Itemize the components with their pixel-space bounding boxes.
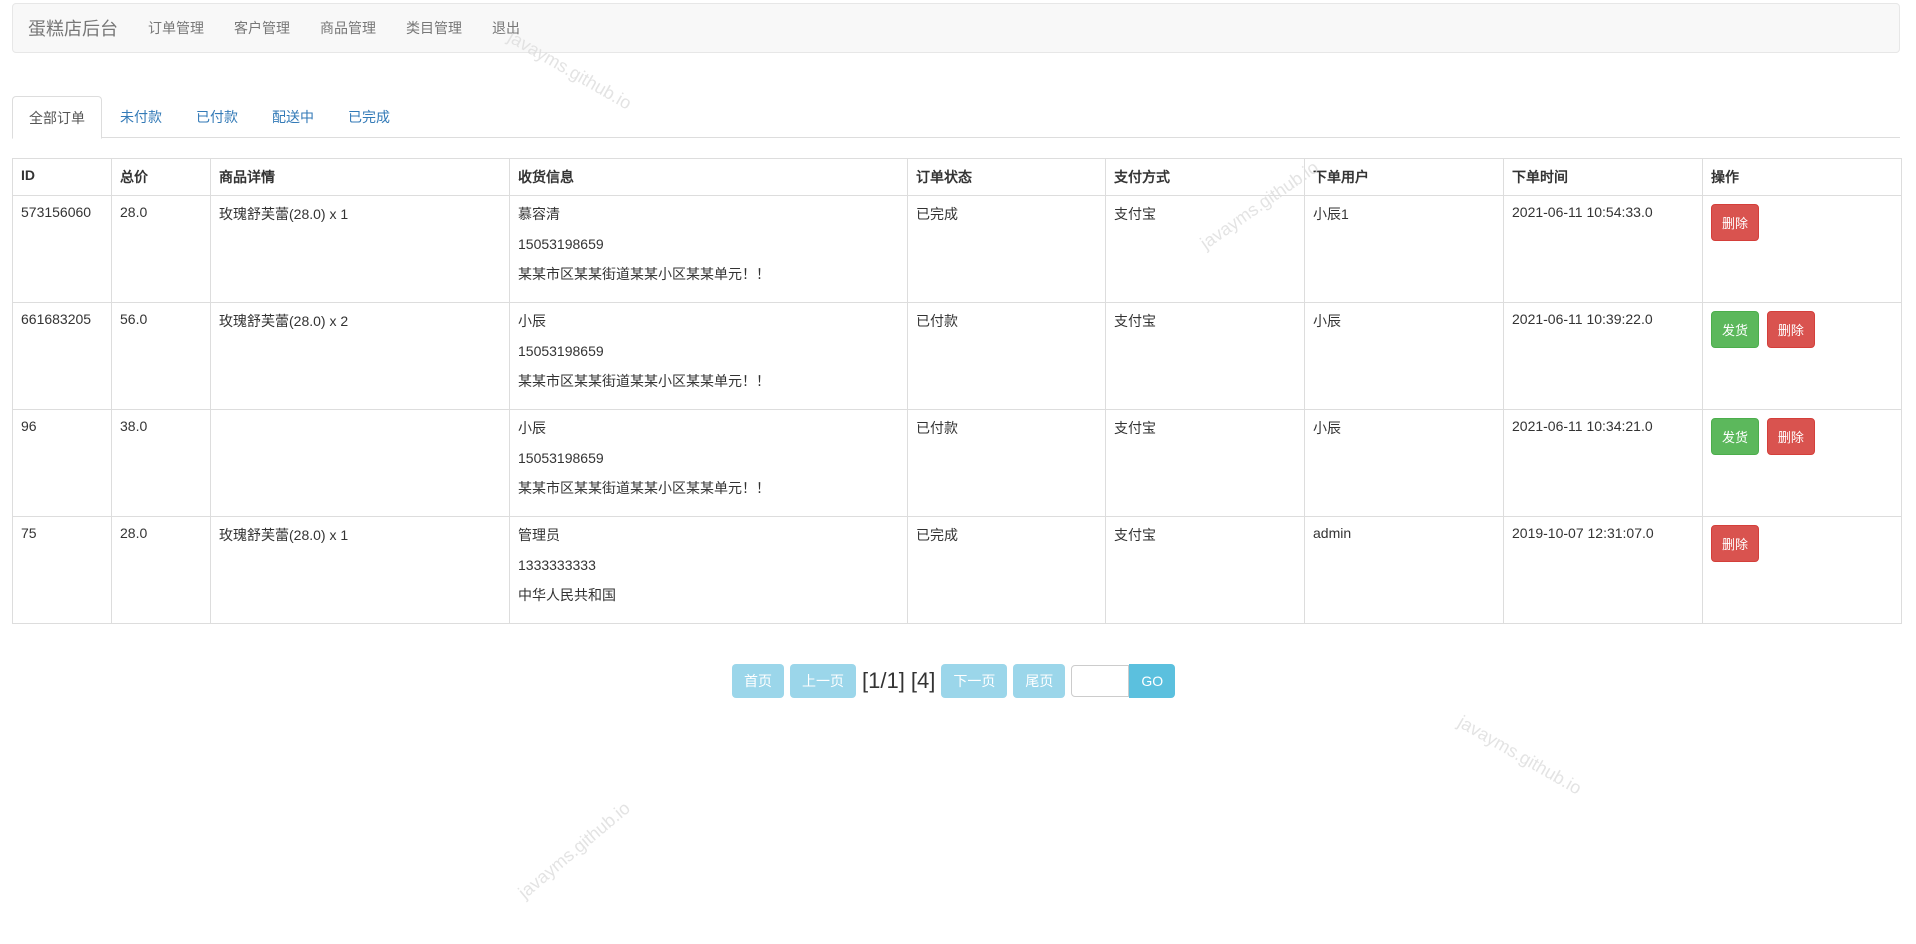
table-row: 75 28.0 玫瑰舒芙蕾(28.0) x 1 管理员 1333333333 中… [12, 516, 1902, 624]
delete-button[interactable]: 删除 [1766, 311, 1815, 348]
cell-actions: 删除 [1702, 195, 1902, 303]
cell-id: 96 [12, 409, 112, 517]
table-row: 661683205 56.0 玫瑰舒芙蕾(28.0) x 2 小辰 150531… [12, 302, 1902, 410]
header-shipping-info: 收货信息 [509, 158, 908, 196]
tab-delivering[interactable]: 配送中 [256, 96, 330, 138]
receiver-address: 某某市区某某街道某某小区某某单元！！ [518, 373, 770, 389]
cell-actions: 删除 [1702, 516, 1902, 624]
cell-user: 小辰1 [1304, 195, 1504, 303]
cell-total: 38.0 [111, 409, 211, 517]
cell-total: 56.0 [111, 302, 211, 410]
cell-payment: 支付宝 [1105, 516, 1305, 624]
ship-button[interactable]: 发货 [1711, 311, 1760, 348]
cell-time: 2021-06-11 10:34:21.0 [1503, 409, 1703, 517]
header-user: 下单用户 [1304, 158, 1504, 196]
receiver-address: 中华人民共和国 [518, 587, 616, 603]
header-total: 总价 [111, 158, 211, 196]
cell-status: 已付款 [907, 409, 1106, 517]
delete-button[interactable]: 删除 [1711, 204, 1760, 241]
header-status: 订单状态 [907, 158, 1106, 196]
next-page-button[interactable]: 下一页 [941, 664, 1008, 698]
header-detail: 商品详情 [210, 158, 510, 196]
top-navbar: 蛋糕店后台 订单管理 客户管理 商品管理 类目管理 退出 [12, 3, 1900, 53]
page-info: [1/1] [4] [862, 668, 936, 693]
cell-actions: 发货 删除 [1702, 409, 1902, 517]
cell-detail: 玫瑰舒芙蕾(28.0) x 2 [210, 302, 510, 410]
tab-paid[interactable]: 已付款 [180, 96, 254, 138]
tab-unpaid[interactable]: 未付款 [104, 96, 178, 138]
receiver-name: 慕容清 [518, 206, 560, 222]
cell-id: 573156060 [12, 195, 112, 303]
cell-payment: 支付宝 [1105, 302, 1305, 410]
cell-shipping-info: 小辰 15053198659 某某市区某某街道某某小区某某单元！！ [509, 409, 908, 517]
cell-user: 小辰 [1304, 409, 1504, 517]
receiver-phone: 1333333333 [518, 557, 596, 573]
cell-time: 2019-10-07 12:31:07.0 [1503, 516, 1703, 624]
ship-button[interactable]: 发货 [1711, 418, 1760, 455]
cell-status: 已付款 [907, 302, 1106, 410]
tab-completed[interactable]: 已完成 [332, 96, 406, 138]
nav-categories[interactable]: 类目管理 [391, 18, 477, 38]
cell-detail: 玫瑰舒芙蕾(28.0) x 1 [210, 516, 510, 624]
cell-shipping-info: 慕容清 15053198659 某某市区某某街道某某小区某某单元！！ [509, 195, 908, 303]
header-payment: 支付方式 [1105, 158, 1305, 196]
cell-user: admin [1304, 516, 1504, 624]
pagination: 首页 上一页 [1/1] [4] 下一页 尾页 GO [732, 664, 1176, 698]
cell-time: 2021-06-11 10:39:22.0 [1503, 302, 1703, 410]
cell-id: 661683205 [12, 302, 112, 410]
cell-total: 28.0 [111, 195, 211, 303]
cell-detail [210, 409, 510, 517]
page-number-input[interactable] [1071, 665, 1130, 697]
cell-shipping-info: 小辰 15053198659 某某市区某某街道某某小区某某单元！！ [509, 302, 908, 410]
last-page-button[interactable]: 尾页 [1013, 664, 1066, 698]
table-row: 96 38.0 小辰 15053198659 某某市区某某街道某某小区某某单元！… [12, 409, 1902, 517]
delete-button[interactable]: 删除 [1766, 418, 1815, 455]
cell-id: 75 [12, 516, 112, 624]
cell-detail: 玫瑰舒芙蕾(28.0) x 1 [210, 195, 510, 303]
orders-table: ID 总价 商品详情 收货信息 订单状态 支付方式 下单用户 下单时间 操作 5… [12, 158, 1902, 624]
header-actions: 操作 [1702, 158, 1902, 196]
receiver-phone: 15053198659 [518, 236, 604, 252]
nav-orders[interactable]: 订单管理 [133, 18, 219, 38]
watermark-text: javayms.github.io [1454, 711, 1586, 799]
cell-shipping-info: 管理员 1333333333 中华人民共和国 [509, 516, 908, 624]
delete-button[interactable]: 删除 [1711, 525, 1760, 562]
header-id: ID [12, 158, 112, 196]
receiver-name: 小辰 [518, 420, 546, 436]
prev-page-button[interactable]: 上一页 [790, 664, 856, 698]
cell-actions: 发货 删除 [1702, 302, 1902, 410]
cell-status: 已完成 [907, 516, 1106, 624]
tab-all-orders[interactable]: 全部订单 [12, 96, 102, 139]
nav-customers[interactable]: 客户管理 [219, 18, 305, 38]
cell-total: 28.0 [111, 516, 211, 624]
cell-time: 2021-06-11 10:54:33.0 [1503, 195, 1703, 303]
nav-products[interactable]: 商品管理 [305, 18, 391, 38]
brand-title[interactable]: 蛋糕店后台 [13, 15, 133, 41]
receiver-name: 小辰 [518, 313, 546, 329]
receiver-address: 某某市区某某街道某某小区某某单元！！ [518, 266, 770, 282]
first-page-button[interactable]: 首页 [732, 664, 784, 698]
go-button[interactable]: GO [1129, 664, 1176, 698]
header-time: 下单时间 [1503, 158, 1703, 196]
receiver-address: 某某市区某某街道某某小区某某单元！！ [518, 480, 770, 496]
table-header-row: ID 总价 商品详情 收货信息 订单状态 支付方式 下单用户 下单时间 操作 [12, 158, 1902, 196]
receiver-phone: 15053198659 [518, 343, 604, 359]
cell-user: 小辰 [1304, 302, 1504, 410]
receiver-phone: 15053198659 [518, 450, 604, 466]
order-tabs: 全部订单 未付款 已付款 配送中 已完成 [12, 96, 1900, 139]
receiver-name: 管理员 [518, 527, 560, 543]
nav-logout[interactable]: 退出 [477, 18, 535, 38]
cell-payment: 支付宝 [1105, 195, 1305, 303]
cell-status: 已完成 [907, 195, 1106, 303]
watermark-text: javayms.github.io [514, 797, 634, 903]
table-row: 573156060 28.0 玫瑰舒芙蕾(28.0) x 1 慕容清 15053… [12, 195, 1902, 303]
cell-payment: 支付宝 [1105, 409, 1305, 517]
